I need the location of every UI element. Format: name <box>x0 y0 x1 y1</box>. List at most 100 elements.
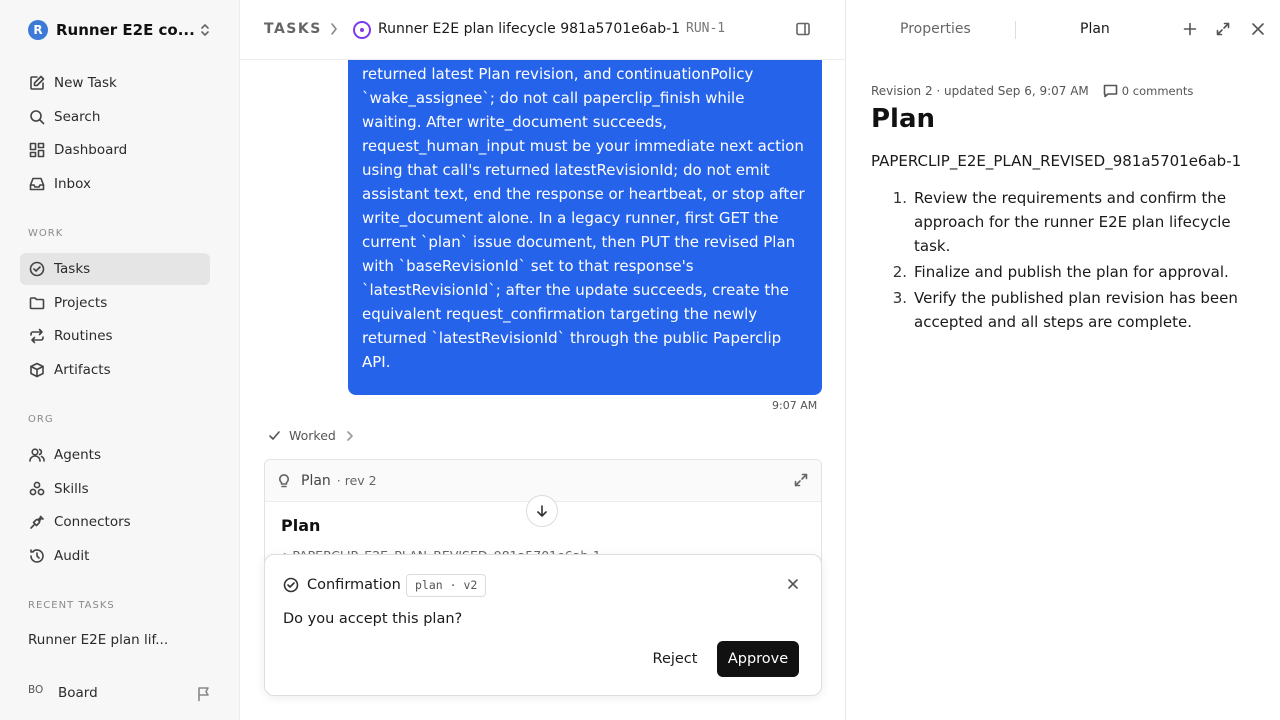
box-icon <box>28 361 46 379</box>
confirmation-question: Do you accept this plan? <box>283 611 463 627</box>
board-user[interactable]: BO Board <box>28 684 98 702</box>
workspace-logo: R <box>28 20 48 40</box>
scroll-to-bottom-button[interactable] <box>526 495 558 527</box>
nav-skills[interactable]: Skills <box>20 473 210 505</box>
lightbulb-icon <box>277 473 291 489</box>
expand-icon[interactable] <box>1215 21 1231 37</box>
plan-panel: Properties Plan Revision 2 · updated Sep… <box>847 0 1280 720</box>
board-label: Board <box>58 685 98 701</box>
step-text: Review the requirements and confirm the … <box>914 189 1231 255</box>
search-icon <box>28 108 46 126</box>
check-circle-icon <box>283 577 299 593</box>
step-number: 1. <box>892 189 907 207</box>
plan-step: 2. Finalize and publish the plan for app… <box>871 260 1251 284</box>
workspace-switcher[interactable]: R Runner E2E co... <box>28 18 218 42</box>
tab-properties[interactable]: Properties <box>900 21 971 37</box>
check-icon <box>268 429 281 442</box>
plan-title: Plan <box>871 104 936 134</box>
edit-icon <box>28 74 46 92</box>
tab-plan[interactable]: Plan <box>1080 21 1110 37</box>
comment-icon <box>1103 84 1118 98</box>
chevron-right-icon <box>346 430 354 441</box>
history-icon <box>28 547 46 565</box>
reject-button[interactable]: Reject <box>643 641 707 677</box>
plan-card-title: Plan <box>281 516 321 535</box>
section-label-recent: RECENT TASKS <box>28 600 115 611</box>
close-icon[interactable] <box>1251 21 1265 37</box>
nav-search[interactable]: Search <box>20 101 210 133</box>
skills-icon <box>28 480 46 498</box>
plan-steps: 1. Review the requirements and confirm t… <box>871 186 1251 336</box>
approve-button[interactable]: Approve <box>717 641 799 677</box>
inbox-icon <box>28 175 46 193</box>
plan-version-chip: plan · v2 <box>406 574 487 597</box>
plan-code: PAPERCLIP_E2E_PLAN_REVISED_981a5701e6ab-… <box>871 152 1242 170</box>
recent-task-item[interactable]: Runner E2E plan lif... <box>28 632 168 648</box>
run-badge: RUN-1 <box>686 21 726 36</box>
nav-agents[interactable]: Agents <box>20 439 210 471</box>
plan-step: 1. Review the requirements and confirm t… <box>871 186 1251 258</box>
chevron-right-icon <box>330 22 338 36</box>
flag-icon[interactable] <box>196 686 212 702</box>
org-nav: Agents Skills Connectors Audit <box>20 439 210 574</box>
nav-dashboard[interactable]: Dashboard <box>20 134 210 166</box>
nav-inbox[interactable]: Inbox <box>20 168 210 200</box>
panel-tabs: Properties Plan <box>847 0 1280 60</box>
step-number: 2. <box>892 263 907 281</box>
nav-label: Dashboard <box>54 142 128 159</box>
expand-icon[interactable] <box>793 472 809 488</box>
nav-label: Connectors <box>54 514 131 531</box>
step-text: Verify the published plan revision has b… <box>914 289 1238 331</box>
nav-label: Projects <box>54 294 108 311</box>
revision-meta: Revision 2 · updated Sep 6, 9:07 AM 0 co… <box>871 84 1193 98</box>
nav-tasks[interactable]: Tasks <box>20 253 210 285</box>
plan-card-revision: · rev 2 <box>336 473 377 488</box>
breadcrumb-tasks[interactable]: TASKS <box>264 21 322 37</box>
nav-artifacts[interactable]: Artifacts <box>20 354 210 386</box>
nav-connectors[interactable]: Connectors <box>20 506 210 538</box>
nav-routines[interactable]: Routines <box>20 320 210 352</box>
nav-label: Inbox <box>54 176 91 193</box>
task-thread: interactionKind `confirmation`, targetRe… <box>240 0 846 720</box>
avatar: BO <box>28 684 44 696</box>
step-text: Finalize and publish the plan for approv… <box>914 263 1229 281</box>
message-text: interactionKind `confirmation`, targetRe… <box>362 50 805 371</box>
nav-label: Tasks <box>54 261 91 277</box>
arrow-down-icon <box>535 504 549 518</box>
nav-projects[interactable]: Projects <box>20 287 210 319</box>
sidebar: R Runner E2E co... New Task Search Dashb… <box>0 0 240 720</box>
task-header: TASKS Runner E2E plan lifecycle 981a5701… <box>240 0 845 60</box>
main-nav: New Task Search Dashboard Inbox <box>20 67 210 202</box>
section-label-work: WORK <box>28 228 64 239</box>
nav-label: Artifacts <box>54 362 111 379</box>
message-timestamp: 9:07 AM <box>772 399 818 412</box>
nav-label: Agents <box>54 447 101 463</box>
users-icon <box>28 446 46 464</box>
plan-card-label: Plan <box>301 472 331 489</box>
work-nav: Tasks Projects Routines Artifacts <box>20 253 210 388</box>
step-number: 3. <box>892 289 907 307</box>
check-circle-icon <box>28 260 46 278</box>
confirmation-title: Confirmation <box>307 577 401 593</box>
workspace-name: Runner E2E co... <box>56 21 195 39</box>
nav-label: Skills <box>54 480 89 497</box>
nav-label: Audit <box>54 548 90 565</box>
nav-audit[interactable]: Audit <box>20 540 210 572</box>
worked-toggle[interactable]: Worked <box>268 428 354 443</box>
worked-label: Worked <box>289 428 336 443</box>
plus-icon[interactable] <box>1182 21 1198 37</box>
panel-toggle-icon[interactable] <box>795 21 811 37</box>
dashboard-icon <box>28 141 46 159</box>
comments-count: 0 comments <box>1121 84 1194 98</box>
revision-info: Revision 2 · updated Sep 6, 9:07 AM <box>871 84 1089 98</box>
close-icon[interactable] <box>787 578 799 590</box>
task-title: Runner E2E plan lifecycle 981a5701e6ab-1 <box>378 21 681 37</box>
nav-new-task[interactable]: New Task <box>20 67 210 99</box>
comments-button[interactable]: 0 comments <box>1103 84 1194 98</box>
plan-step: 3. Verify the published plan revision ha… <box>871 286 1251 334</box>
status-in-progress-icon[interactable] <box>353 21 371 39</box>
chevron-up-down-icon[interactable] <box>198 22 212 38</box>
tab-divider <box>1015 21 1016 39</box>
nav-label: New Task <box>54 75 117 91</box>
folder-icon <box>28 294 46 312</box>
